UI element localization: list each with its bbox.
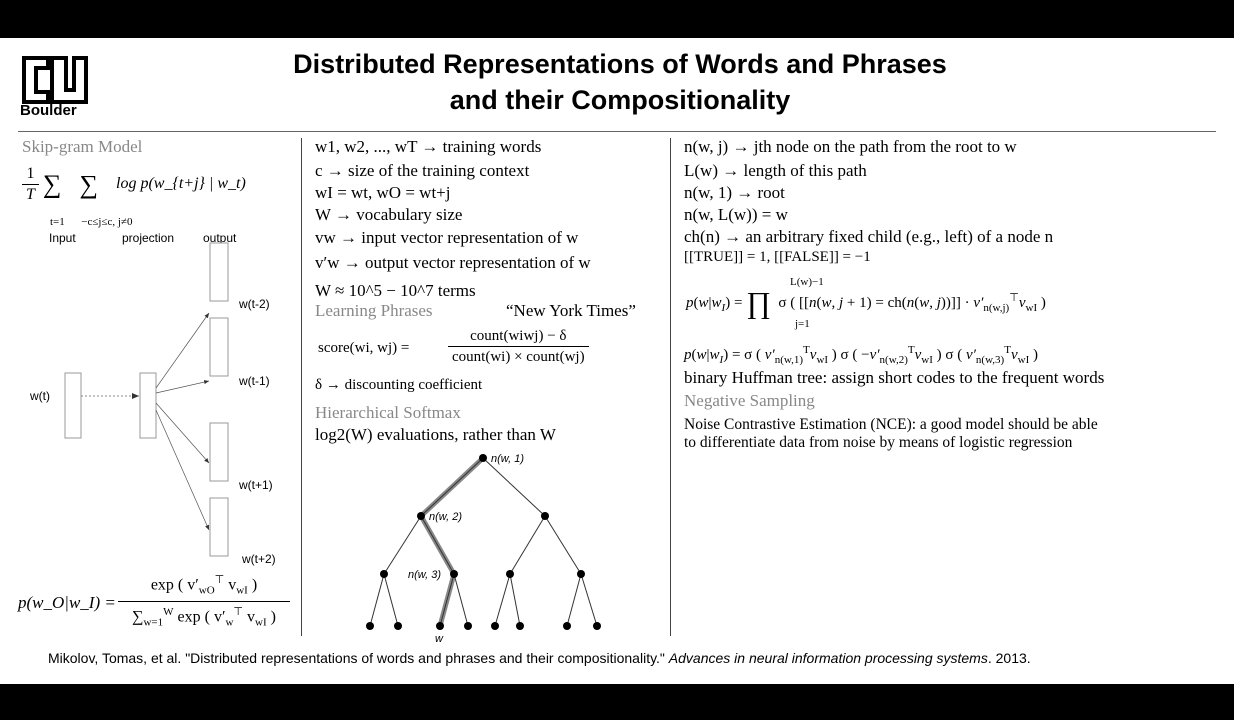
- hier-softmax-heading: Hierarchical Softmax: [315, 403, 461, 422]
- delta-line: δ → discounting coefficient: [315, 377, 483, 393]
- score-numerator: count(wiwj) − δ: [448, 326, 589, 347]
- objective-rhs: log p(w_{t+j} | w_t): [116, 175, 246, 193]
- output-box-4: [209, 497, 229, 557]
- nce-line-1: Noise Contrastive Estimation (NCE): a go…: [684, 416, 1098, 433]
- citation: Mikolov, Tomas, et al. "Distributed repr…: [48, 650, 1031, 666]
- score-fraction: count(wiwj) − δ count(wi) × count(wj): [448, 326, 589, 367]
- mid-line-2: c → size of the training context: [315, 161, 530, 180]
- input-box: [64, 372, 82, 439]
- right-line-1: n(w, j) → jth node on the path from the …: [684, 137, 1017, 156]
- title-line-1: Distributed Representations of Words and…: [293, 49, 947, 79]
- node-input-label: w(t): [29, 389, 50, 403]
- slide: Boulder Distributed Representations of W…: [0, 38, 1234, 684]
- output-label-3: w(t+1): [238, 478, 273, 492]
- output-label-4: w(t+2): [241, 552, 276, 566]
- output-label-2: w(t-1): [238, 374, 270, 388]
- right-line-5: ch(n) → an arbitrary fixed child (e.g., …: [684, 227, 1054, 246]
- output-box-2: [209, 317, 229, 377]
- softmax-fraction: exp ( v′wO⊤ vwI ) ∑w=1W exp ( v′w⊤ vwI ): [118, 570, 290, 632]
- score-denominator: count(wi) × count(wj): [452, 349, 585, 365]
- right-line-3: n(w, 1) → root: [684, 183, 785, 202]
- mid-line-7: W ≈ 10^5 − 10^7 terms: [315, 281, 476, 300]
- softmax-lhs: p(w_O|w_I) =: [18, 593, 116, 612]
- citation-text: Mikolov, Tomas, et al. "Distributed repr…: [48, 650, 665, 666]
- mid-line-5: vw → input vector representation of w: [315, 228, 579, 247]
- right-line-2: L(w) → length of this path: [684, 161, 867, 180]
- header-divider: [18, 131, 1216, 132]
- tree-label-w: w: [435, 633, 444, 644]
- right-line-6: [[TRUE]] = 1, [[FALSE]] = −1: [684, 249, 871, 265]
- hierarchical-tree-diagram: n(w, 1) n(w, 2) n(w, 3) w: [366, 453, 601, 644]
- citation-year: . 2013.: [987, 650, 1031, 666]
- log-line: log2(W) evaluations, rather than W: [315, 425, 556, 444]
- citation-venue: Advances in neural information processin…: [668, 650, 988, 666]
- hierarchical-softmax-formula: p(w|wI) = ∏ σ ( [[n(w, j + 1) = ch(n(w, …: [686, 286, 1046, 320]
- learning-phrases-heading: Learning Phrases: [315, 301, 433, 320]
- new-york-times: “New York Times”: [506, 301, 636, 320]
- column-divider-1: [301, 138, 302, 636]
- nce-line-2: to differentiate data from noise by mean…: [684, 434, 1073, 451]
- mid-line-6: v′w → output vector representation of w: [315, 253, 591, 272]
- mid-line-3: wI = wt, wO = wt+j: [315, 183, 451, 202]
- right-line-4: n(w, L(w)) = w: [684, 205, 788, 224]
- path-example-formula: p(w|wI) = σ ( v′n(w,1)TvwI ) σ ( −v′n(w,…: [684, 344, 1038, 366]
- output-box-1: [209, 242, 229, 302]
- output-box-3: [209, 422, 229, 482]
- product-lower-limit: j=1: [795, 318, 810, 330]
- product-upper-limit: L(w)−1: [790, 276, 824, 288]
- skipgram-heading: Skip-gram Model: [22, 137, 143, 156]
- score-lhs: score(wi, wj) =: [318, 340, 410, 356]
- mid-line-4: W → vocabulary size: [315, 205, 463, 224]
- skipgram-diagram: w(t) w(t-2) w(t-1) w(t+1) w(t+2): [29, 242, 276, 566]
- skipgram-objective: 1T ∑ ∑ log p(w_{t+j} | w_t): [22, 164, 246, 205]
- huffman-line: binary Huffman tree: assign short codes …: [684, 368, 1105, 387]
- projection-box: [139, 372, 157, 439]
- output-label-1: w(t-2): [238, 297, 270, 311]
- mid-line-1: w1, w2, ..., wT → training words: [315, 137, 542, 156]
- slide-title: Distributed Representations of Words and…: [140, 46, 1100, 118]
- tree-label-n3: n(w, 3): [408, 569, 441, 581]
- logo-text: Boulder: [20, 102, 77, 119]
- neg-sampling-heading: Negative Sampling: [684, 391, 815, 410]
- tree-label-root: n(w, 1): [491, 453, 524, 465]
- tree-label-n2: n(w, 2): [429, 511, 462, 523]
- title-line-2: and their Compositionality: [449, 85, 791, 115]
- column-divider-2: [670, 138, 671, 636]
